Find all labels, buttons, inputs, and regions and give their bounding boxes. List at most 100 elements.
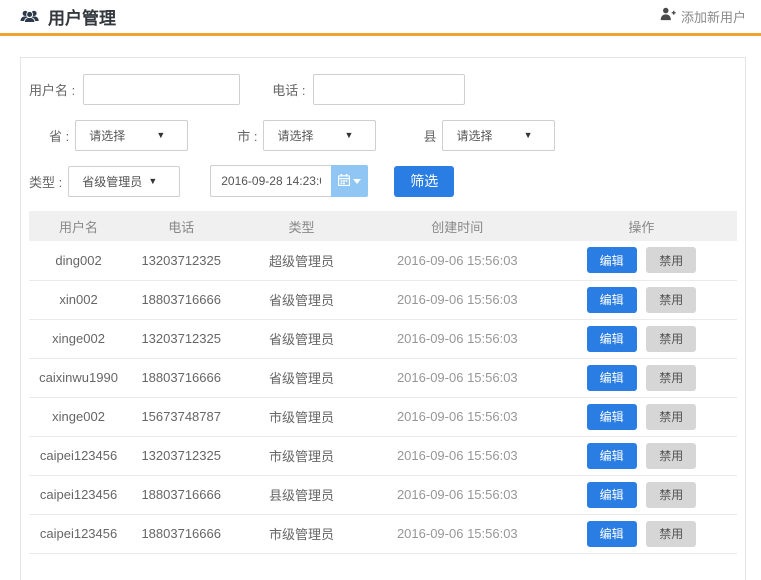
datetime-input[interactable] [210, 165, 331, 197]
users-table-wrap: 用户名 电话 类型 创建时间 操作 ding002 13203712325 超级… [29, 211, 737, 554]
disable-button[interactable]: 禁用 [646, 404, 696, 430]
add-user-label: 添加新用户 [681, 7, 746, 26]
table-header-row: 用户名 电话 类型 创建时间 操作 [29, 211, 737, 241]
cell-phone: 13203712325 [128, 241, 234, 280]
cell-username: caipei123456 [29, 475, 128, 514]
cell-type: 省级管理员 [234, 358, 369, 397]
cell-created-time: 2016-09-06 15:56:03 [369, 358, 546, 397]
calendar-dropdown-button[interactable] [331, 165, 368, 197]
edit-button[interactable]: 编辑 [587, 404, 637, 430]
cell-phone: 18803716666 [128, 475, 234, 514]
county-select[interactable]: 请选择 ▼ [442, 120, 555, 151]
cell-created-time: 2016-09-06 15:56:03 [369, 280, 546, 319]
col-header-phone: 电话 [128, 211, 234, 241]
province-select[interactable]: 请选择 ▼ [75, 120, 188, 151]
county-select-value: 请选择 [443, 127, 492, 144]
city-select[interactable]: 请选择 ▼ [263, 120, 376, 151]
chevron-down-icon: ▼ [524, 130, 533, 140]
edit-button[interactable]: 编辑 [587, 443, 637, 469]
cell-actions: 编辑 禁用 [546, 280, 737, 319]
cell-phone: 18803716666 [128, 280, 234, 319]
table-row: ding002 13203712325 超级管理员 2016-09-06 15:… [29, 241, 737, 280]
cell-type: 超级管理员 [234, 241, 369, 280]
cell-username: caipei123456 [29, 514, 128, 553]
col-header-username: 用户名 [29, 211, 128, 241]
cell-created-time: 2016-09-06 15:56:03 [369, 514, 546, 553]
col-header-created: 创建时间 [369, 211, 546, 241]
chevron-down-icon: ▼ [345, 130, 354, 140]
disable-button[interactable]: 禁用 [646, 247, 696, 273]
disable-button[interactable]: 禁用 [646, 482, 696, 508]
table-row: xin002 18803716666 省级管理员 2016-09-06 15:5… [29, 280, 737, 319]
main-panel: 用户名 : 电话 : 省 : 请选择 ▼ 市 : 请选择 ▼ 县 请选择 ▼ 类… [20, 57, 746, 580]
city-select-value: 请选择 [264, 127, 313, 144]
disable-button[interactable]: 禁用 [646, 365, 696, 391]
filter-row-1: 用户名 : 电话 : [29, 73, 737, 105]
phone-input[interactable] [313, 74, 465, 105]
accent-divider [0, 33, 761, 36]
disable-button[interactable]: 禁用 [646, 521, 696, 547]
cell-created-time: 2016-09-06 15:56:03 [369, 475, 546, 514]
chevron-down-icon: ▼ [156, 130, 165, 140]
cell-username: xin002 [29, 280, 128, 319]
cell-actions: 编辑 禁用 [546, 319, 737, 358]
cell-username: caipei123456 [29, 436, 128, 475]
chevron-down-icon [353, 179, 361, 184]
cell-phone: 18803716666 [128, 514, 234, 553]
type-select[interactable]: 省级管理员 ▼ [68, 166, 180, 197]
province-select-value: 请选择 [76, 127, 125, 144]
cell-type: 市级管理员 [234, 397, 369, 436]
cell-type: 省级管理员 [234, 319, 369, 358]
add-new-user-button[interactable]: 添加新用户 [660, 7, 746, 26]
cell-type: 省级管理员 [234, 280, 369, 319]
type-select-value: 省级管理员 [69, 173, 142, 190]
filter-button[interactable]: 筛选 [394, 166, 454, 197]
disable-button[interactable]: 禁用 [646, 287, 696, 313]
disable-button[interactable]: 禁用 [646, 326, 696, 352]
cell-actions: 编辑 禁用 [546, 475, 737, 514]
filter-row-2: 省 : 请选择 ▼ 市 : 请选择 ▼ 县 请选择 ▼ [29, 119, 737, 151]
cell-actions: 编辑 禁用 [546, 397, 737, 436]
edit-button[interactable]: 编辑 [587, 365, 637, 391]
username-input[interactable] [83, 74, 240, 105]
cell-created-time: 2016-09-06 15:56:03 [369, 397, 546, 436]
edit-button[interactable]: 编辑 [587, 247, 637, 273]
cell-phone: 13203712325 [128, 436, 234, 475]
datetime-picker [210, 165, 368, 197]
cell-phone: 15673748787 [128, 397, 234, 436]
edit-button[interactable]: 编辑 [587, 482, 637, 508]
table-row: caipei123456 13203712325 市级管理员 2016-09-0… [29, 436, 737, 475]
table-row: xinge002 13203712325 省级管理员 2016-09-06 15… [29, 319, 737, 358]
cell-username: caixinwu1990 [29, 358, 128, 397]
table-row: caipei123456 18803716666 市级管理员 2016-09-0… [29, 514, 737, 553]
province-label: 省 : [49, 126, 69, 145]
edit-button[interactable]: 编辑 [587, 326, 637, 352]
disable-button[interactable]: 禁用 [646, 443, 696, 469]
col-header-type: 类型 [234, 211, 369, 241]
username-label: 用户名 : [29, 80, 75, 99]
cell-username: ding002 [29, 241, 128, 280]
cell-actions: 编辑 禁用 [546, 514, 737, 553]
cell-actions: 编辑 禁用 [546, 241, 737, 280]
page-title: 用户管理 [48, 4, 116, 29]
cell-created-time: 2016-09-06 15:56:03 [369, 436, 546, 475]
users-group-icon [20, 9, 41, 24]
city-label: 市 : [237, 126, 257, 145]
table-row: xinge002 15673748787 市级管理员 2016-09-06 15… [29, 397, 737, 436]
col-header-actions: 操作 [546, 211, 737, 241]
edit-button[interactable]: 编辑 [587, 521, 637, 547]
cell-created-time: 2016-09-06 15:56:03 [369, 319, 546, 358]
county-label: 县 [423, 126, 436, 145]
topbar: 用户管理 添加新用户 [0, 0, 761, 33]
cell-type: 县级管理员 [234, 475, 369, 514]
cell-actions: 编辑 禁用 [546, 436, 737, 475]
cell-actions: 编辑 禁用 [546, 358, 737, 397]
users-table: 用户名 电话 类型 创建时间 操作 ding002 13203712325 超级… [29, 211, 737, 554]
page-title-wrap: 用户管理 [20, 4, 116, 29]
chevron-down-icon: ▼ [148, 176, 157, 186]
edit-button[interactable]: 编辑 [587, 287, 637, 313]
cell-username: xinge002 [29, 319, 128, 358]
calendar-icon [338, 174, 350, 189]
cell-username: xinge002 [29, 397, 128, 436]
add-user-icon [660, 7, 676, 26]
